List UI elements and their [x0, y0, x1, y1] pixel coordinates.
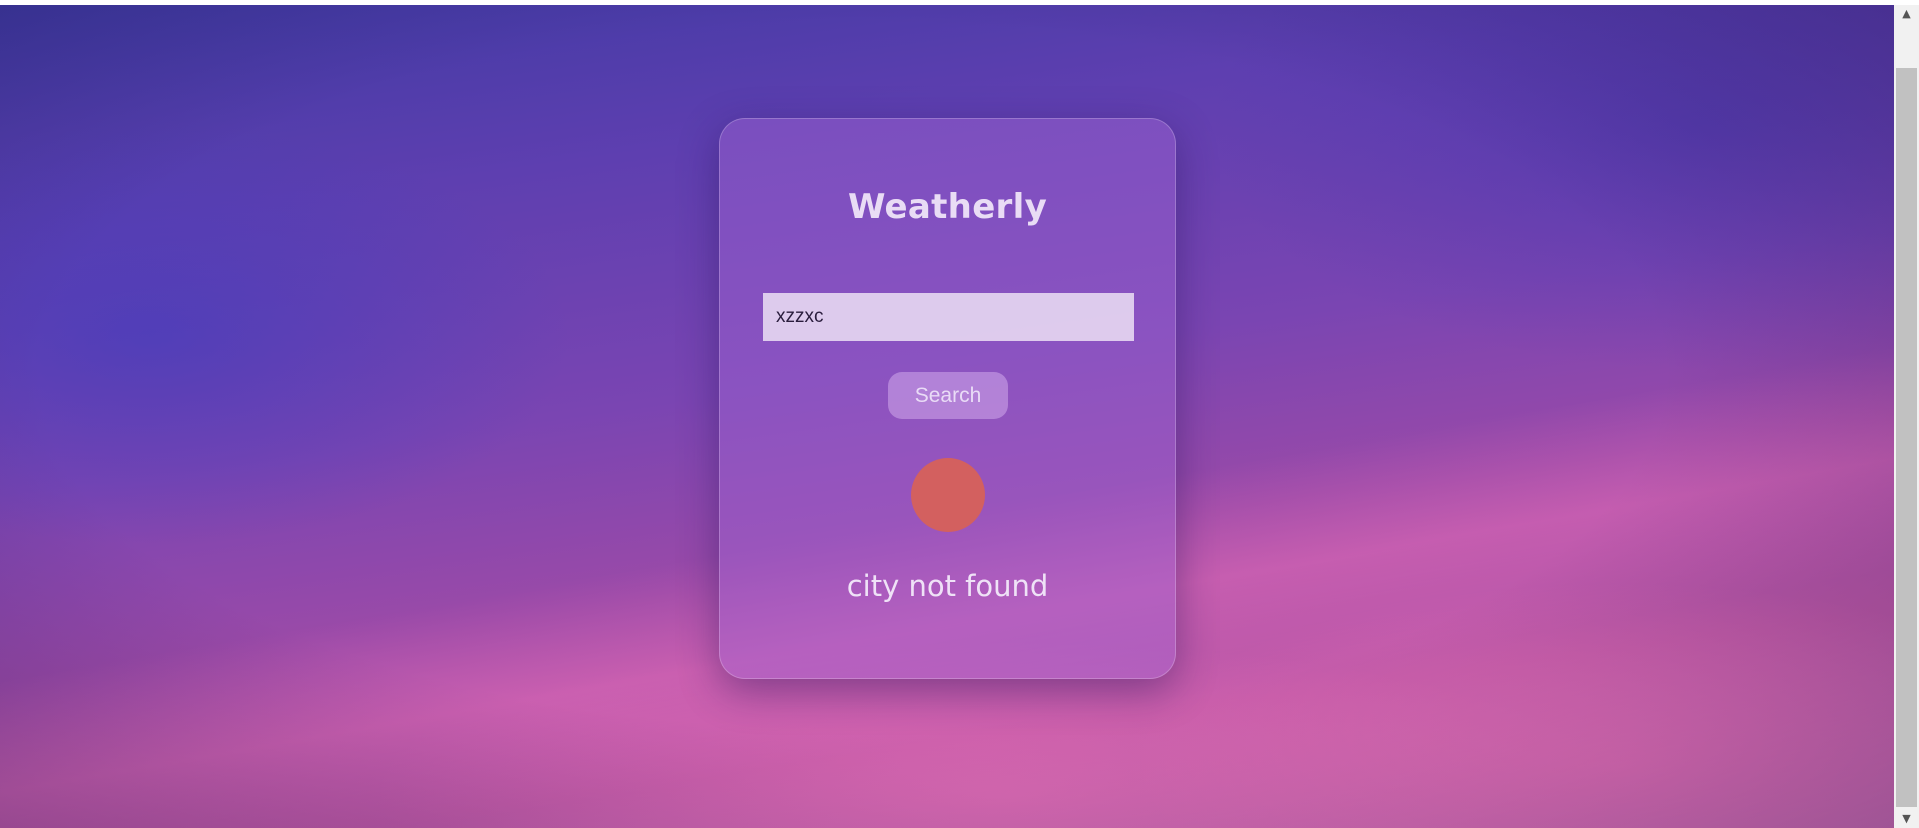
- error-indicator-icon: [911, 458, 985, 532]
- vertical-scrollbar[interactable]: ▲ ▼: [1894, 5, 1919, 828]
- scroll-thumb[interactable]: [1896, 68, 1917, 807]
- weather-card: Weatherly Search city not found: [719, 118, 1176, 679]
- sky-background: Weatherly Search city not found: [0, 5, 1894, 828]
- status-message: city not found: [846, 569, 1049, 603]
- scroll-down-arrow-icon[interactable]: ▼: [1894, 810, 1919, 828]
- scroll-up-arrow-icon[interactable]: ▲: [1894, 5, 1919, 23]
- app-title: Weatherly: [847, 187, 1048, 227]
- search-button[interactable]: Search: [888, 372, 1008, 419]
- city-search-input[interactable]: [763, 293, 1134, 341]
